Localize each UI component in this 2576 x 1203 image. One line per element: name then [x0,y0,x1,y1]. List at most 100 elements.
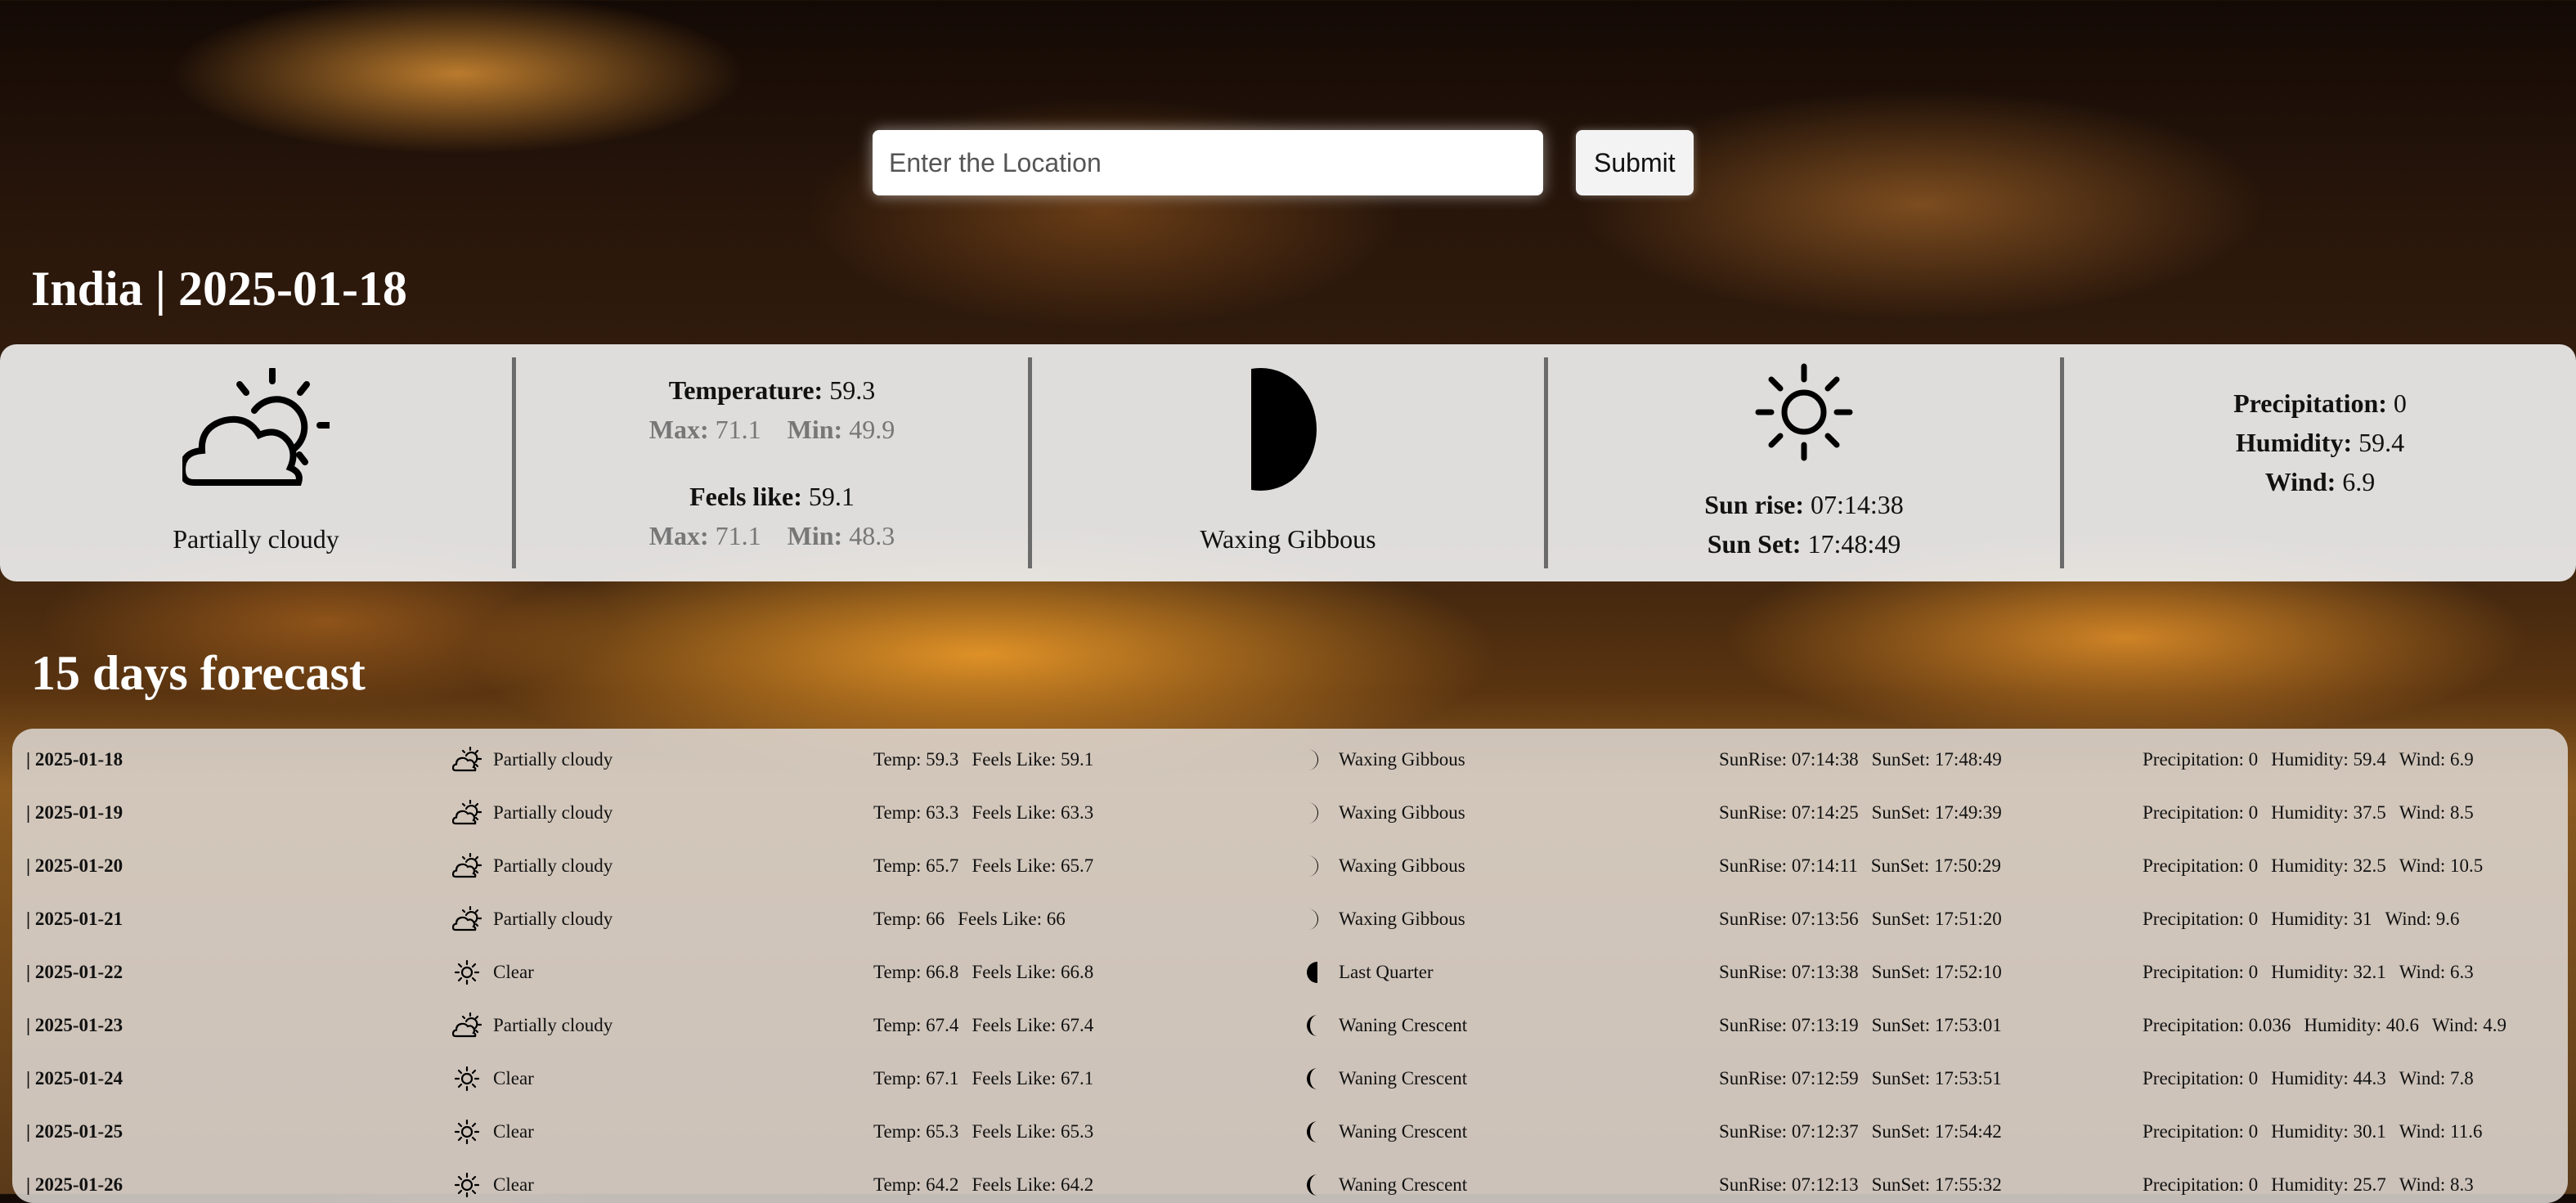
forecast-wind: Wind: 4.9 [2431,1014,2507,1035]
forecast-date: | 2025-01-21 [26,908,123,929]
forecast-moon-phase: Last Quarter [1339,961,1434,982]
forecast-moon: Last Quarter [1296,945,1434,999]
sun-section: Sun rise: 07:14:38 Sun Set: 17:48:49 [1544,357,2060,568]
forecast-precipitation: Precipitation: 0 [2143,748,2259,770]
forecast-date: | 2025-01-26 [26,1174,123,1195]
forecast-temperature: Temp: 64.2 Feels Like: 64.2 [873,1158,1093,1203]
wind-value: 6.9 [2342,467,2376,496]
forecast-sunrise: SunRise: 07:14:25 [1719,801,1859,823]
forecast-precipitation: Precipitation: 0 [2143,908,2259,929]
condition-section: Partially cloudy [0,357,512,568]
forecast-sun-times: SunRise: 07:13:19 SunSet: 17:53:01 [1719,999,2002,1052]
forecast-sunrise: SunRise: 07:12:59 [1719,1067,1859,1089]
temp-min-value: 49.9 [849,415,895,444]
forecast-sun-times: SunRise: 07:12:59 SunSet: 17:53:51 [1719,1052,2002,1105]
feels-like-label: Feels like: [689,482,802,511]
forecast-conditions: Precipitation: 0 Humidity: 32.5 Wind: 10.5 [2143,839,2483,892]
forecast-moon-phase: Waning Crescent [1339,1067,1468,1089]
humidity-line: Humidity: 59.4 [2236,423,2404,462]
forecast-conditions: Precipitation: 0 Humidity: 32.1 Wind: 6.3 [2143,945,2474,999]
forecast-date: | 2025-01-19 [26,801,123,823]
forecast-condition: Clear [451,945,534,999]
forecast-row: | 2025-01-24 Clear Temp: 67.1 Feels Like: 6… [12,1052,2568,1105]
forecast-title: 15 days forecast [31,646,366,700]
forecast-row: | 2025-01-23 Partially cloudy Temp: 67.4 Fe… [12,999,2568,1052]
sunset-label: Sun Set: [1707,528,1802,559]
forecast-temp: Temp: 67.4 [873,1014,959,1035]
forecast-wind: Wind: 11.6 [2399,1120,2483,1142]
sunrise-line: Sun rise: 07:14:38 [1704,485,1904,524]
forecast-row: | 2025-01-18 Partially cloudy Temp: 59.3 Fe… [12,733,2568,786]
forecast-sunrise: SunRise: 07:13:38 [1719,961,1859,982]
forecast-condition: Partially cloudy [451,892,613,945]
feels-min-value: 48.3 [849,521,895,550]
forecast-feels-like: Feels Like: 67.4 [972,1014,1094,1035]
forecast-precipitation: Precipitation: 0 [2143,855,2259,876]
forecast-feels-like: Feels Like: 65.3 [972,1120,1094,1142]
forecast-row: | 2025-01-22 Clear Temp: 66.8 Feels Like: 6… [12,945,2568,999]
forecast-sun-times: SunRise: 07:14:25 SunSet: 17:49:39 [1719,786,2002,839]
forecast-date: | 2025-01-18 [26,748,123,770]
forecast-temperature: Temp: 63.3 Feels Like: 63.3 [873,786,1093,839]
forecast-condition-text: Partially cloudy [493,908,613,929]
partly-cloudy-day-icon [451,850,483,882]
forecast-moon: Waxing Gibbous [1296,892,1465,945]
moon-last-quarter-icon [1296,956,1329,989]
moon-waning-crescent-icon [1296,1115,1329,1148]
forecast-moon-phase: Waning Crescent [1339,1174,1468,1195]
submit-button[interactable]: Submit [1576,130,1694,195]
forecast-feels-like: Feels Like: 66.8 [972,961,1094,982]
sun-icon [451,956,483,989]
forecast-humidity: Humidity: 59.4 [2271,748,2386,770]
forecast-precipitation: Precipitation: 0 [2143,1067,2259,1089]
forecast-feels-like: Feels Like: 65.7 [972,855,1094,876]
forecast-temperature: Temp: 66.8 Feels Like: 66.8 [873,945,1093,999]
forecast-sunset: SunSet: 17:54:42 [1871,1120,2002,1142]
forecast-row: | 2025-01-21 Partially cloudy Temp: 66 Feel… [12,892,2568,945]
forecast-precipitation: Precipitation: 0.036 [2143,1014,2291,1035]
forecast-sunset: SunSet: 17:49:39 [1871,801,2002,823]
wind-label: Wind: [2264,467,2336,496]
forecast-wind: Wind: 6.3 [2399,961,2474,982]
partly-cloudy-day-icon [451,743,483,776]
forecast-temp: Temp: 64.2 [873,1174,959,1195]
forecast-sun-times: SunRise: 07:14:11 SunSet: 17:50:29 [1719,839,2001,892]
forecast-humidity: Humidity: 25.7 [2271,1174,2386,1195]
forecast-feels-like: Feels Like: 63.3 [972,801,1094,823]
moon-waning-crescent-icon [1296,1009,1329,1042]
temperature-section: Temperature: 59.3 Max: 71.1 Min: 49.9 Fee… [512,357,1028,568]
forecast-sunset: SunSet: 17:50:29 [1870,855,2001,876]
moon-phase-text: Waxing Gibbous [1200,523,1376,554]
forecast-feels-like: Feels Like: 59.1 [972,748,1094,770]
forecast-temp: Temp: 65.7 [873,855,959,876]
sun-icon [451,1169,483,1201]
forecast-moon-phase: Waxing Gibbous [1339,908,1465,929]
forecast-wind: Wind: 8.5 [2399,801,2474,823]
forecast-moon-phase: Waxing Gibbous [1339,855,1465,876]
location-input[interactable] [873,130,1543,195]
forecast-humidity: Humidity: 32.1 [2271,961,2386,982]
forecast-sunrise: SunRise: 07:14:11 [1719,855,1858,876]
forecast-temp: Temp: 63.3 [873,801,959,823]
forecast-sun-times: SunRise: 07:13:38 SunSet: 17:52:10 [1719,945,2002,999]
moon-section: Waxing Gibbous [1028,357,1544,568]
sunrise-value: 07:14:38 [1811,489,1904,519]
forecast-moon-phase: Waxing Gibbous [1339,801,1465,823]
forecast-humidity: Humidity: 31 [2271,908,2372,929]
forecast-date: | 2025-01-23 [26,1014,123,1035]
forecast-temperature: Temp: 65.3 Feels Like: 65.3 [873,1105,1093,1158]
search-bar: Submit [873,130,1694,195]
feels-max-value: 71.1 [715,521,761,550]
forecast-temperature: Temp: 59.3 Feels Like: 59.1 [873,733,1093,786]
sunrise-label: Sun rise: [1704,489,1804,519]
forecast-condition: Clear [451,1105,534,1158]
forecast-precipitation: Precipitation: 0 [2143,801,2259,823]
forecast-sunrise: SunRise: 07:13:56 [1719,908,1859,929]
location-date-title: India | 2025-01-18 [31,262,407,316]
precipitation-line: Precipitation: 0 [2233,384,2407,423]
max-label: Max: [648,521,709,550]
forecast-condition-text: Partially cloudy [493,748,613,770]
forecast-condition-text: Partially cloudy [493,801,613,823]
forecast-condition: Partially cloudy [451,839,613,892]
forecast-condition: Partially cloudy [451,786,613,839]
